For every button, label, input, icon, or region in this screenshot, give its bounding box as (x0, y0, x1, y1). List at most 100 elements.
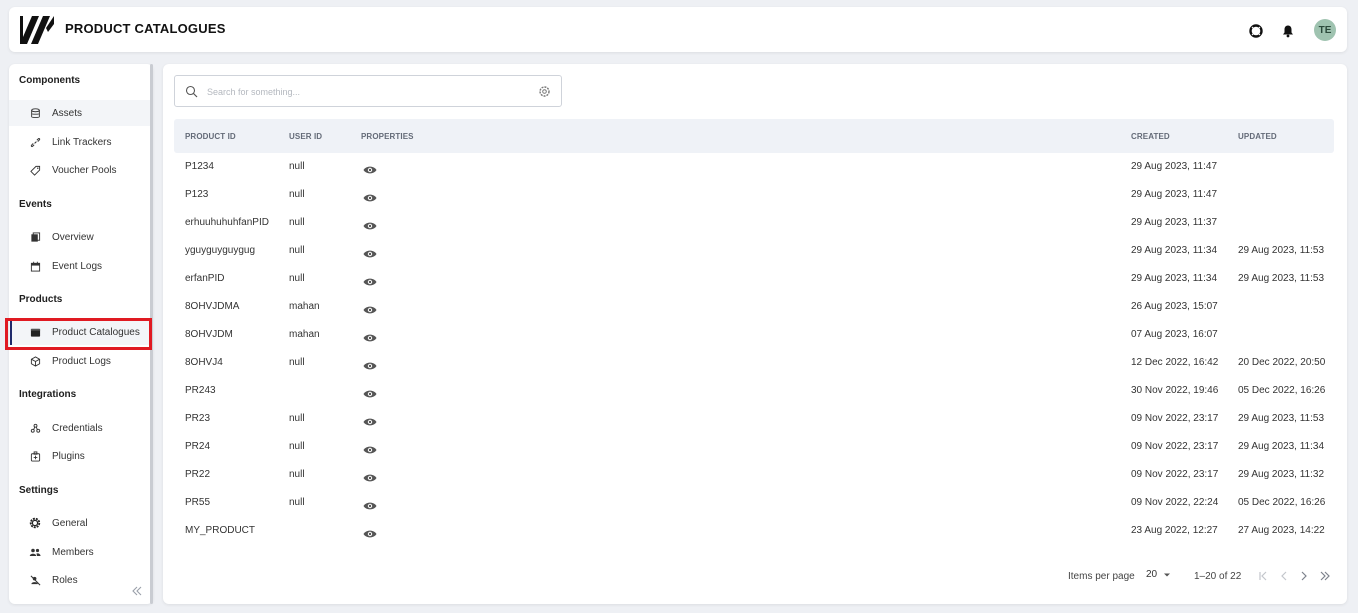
sidebar-item-label: Roles (52, 574, 78, 586)
cell-updated: 05 Dec 2022, 16:26 (1238, 385, 1326, 396)
tag-icon (29, 164, 41, 176)
view-properties-eye-icon[interactable] (363, 330, 377, 342)
table-row[interactable]: 8OHVJDM mahan 07 Aug 2023, 16:07 (174, 321, 1334, 349)
page-size-select[interactable]: 20 (1146, 569, 1172, 580)
table-row[interactable]: P1234 null 29 Aug 2023, 11:47 (174, 153, 1334, 181)
sidebar-item-members[interactable]: Members (9, 539, 150, 565)
sidebar-item-link-trackers[interactable]: Link Trackers (9, 129, 150, 155)
items-per-page-label: Items per page (1068, 571, 1135, 582)
sidebar-item-overview[interactable]: Overview (9, 224, 150, 250)
view-properties-eye-icon[interactable] (363, 414, 377, 426)
lifebuoy-icon[interactable] (1249, 24, 1263, 38)
table-row[interactable]: PR243 30 Nov 2022, 19:46 05 Dec 2022, 16:2… (174, 377, 1334, 405)
column-header-user-id[interactable]: USER ID (289, 132, 322, 141)
cell-created: 09 Nov 2022, 23:17 (1131, 413, 1219, 424)
cell-updated: 20 Dec 2022, 20:50 (1238, 357, 1326, 368)
sidebar-item-plugins[interactable]: Plugins (9, 443, 150, 469)
key-icon (29, 422, 41, 434)
overview-icon (29, 231, 41, 243)
paginator: Items per page 20 1–20 of 22 (163, 564, 1347, 588)
table-body: P1234 null 29 Aug 2023, 11:47 P123 null 29 Au… (174, 153, 1334, 553)
cell-user-id: null (289, 357, 305, 368)
cell-created: 29 Aug 2023, 11:37 (1131, 217, 1218, 228)
plugin-icon (29, 450, 41, 462)
view-properties-eye-icon[interactable] (363, 246, 377, 258)
column-header-properties[interactable]: PROPERTIES (361, 132, 414, 141)
previous-page-icon[interactable] (1277, 569, 1291, 583)
sidebar-item-label: Credentials (52, 422, 103, 434)
table-row[interactable]: 8OHVJ4 null 12 Dec 2022, 16:42 20 Dec 2022,… (174, 349, 1334, 377)
table-row[interactable]: PR23 null 09 Nov 2022, 23:17 29 Aug 2023, 1… (174, 405, 1334, 433)
sidebar-item-event-logs[interactable]: Event Logs (9, 253, 150, 279)
sidebar-item-label: Link Trackers (52, 136, 112, 148)
cell-product-id: PR55 (185, 497, 211, 508)
first-page-icon[interactable] (1256, 569, 1270, 583)
sidebar-item-label: Assets (52, 107, 83, 119)
sidebar-item-general[interactable]: General (9, 510, 150, 536)
sidebar-item-voucher-pools[interactable]: Voucher Pools (9, 157, 150, 183)
cell-updated: 27 Aug 2023, 14:22 (1238, 525, 1325, 536)
cell-user-id: null (289, 441, 305, 452)
calendar-icon (29, 260, 41, 272)
view-properties-eye-icon[interactable] (363, 498, 377, 510)
cell-user-id: mahan (289, 301, 320, 312)
bell-icon[interactable] (1281, 24, 1295, 38)
search-settings-gear-icon[interactable] (538, 85, 551, 98)
main-panel: PRODUCT ID USER ID PROPERTIES CREATED UP… (163, 64, 1347, 604)
column-header-updated[interactable]: UPDATED (1238, 132, 1277, 141)
table-row[interactable]: P123 null 29 Aug 2023, 11:47 (174, 181, 1334, 209)
table-header: PRODUCT ID USER ID PROPERTIES CREATED UP… (174, 119, 1334, 153)
table-row[interactable]: erhuuhuhuhfanPID null 29 Aug 2023, 11:37 (174, 209, 1334, 237)
view-properties-eye-icon[interactable] (363, 218, 377, 230)
search-box (174, 75, 562, 107)
view-properties-eye-icon[interactable] (363, 526, 377, 538)
view-properties-eye-icon[interactable] (363, 190, 377, 202)
table-row[interactable]: yguyguyguygug null 29 Aug 2023, 11:34 29 Au… (174, 237, 1334, 265)
cell-product-id: MY_PRODUCT (185, 525, 256, 536)
sidebar-item-credentials[interactable]: Credentials (9, 415, 150, 441)
view-properties-eye-icon[interactable] (363, 162, 377, 174)
link-icon (29, 136, 41, 148)
next-page-icon[interactable] (1297, 569, 1311, 583)
table-row[interactable]: PR22 null 09 Nov 2022, 23:17 29 Aug 2023, 1… (174, 461, 1334, 489)
sidebar-item-assets[interactable]: Assets (9, 100, 150, 126)
cell-updated: 29 Aug 2023, 11:34 (1238, 441, 1325, 452)
section-label-products: Products (19, 294, 63, 305)
cell-product-id: erhuuhuhuhfanPID (185, 217, 269, 228)
view-properties-eye-icon[interactable] (363, 442, 377, 454)
last-page-icon[interactable] (1318, 569, 1332, 583)
view-properties-eye-icon[interactable] (363, 386, 377, 398)
column-header-created[interactable]: CREATED (1131, 132, 1170, 141)
avatar[interactable]: TE (1314, 19, 1336, 41)
view-properties-eye-icon[interactable] (363, 470, 377, 482)
table-row[interactable]: PR55 null 09 Nov 2022, 22:24 05 Dec 2022, 1… (174, 489, 1334, 517)
cell-created: 07 Aug 2023, 16:07 (1131, 329, 1218, 340)
table-row[interactable]: PR24 null 09 Nov 2022, 23:17 29 Aug 2023, 1… (174, 433, 1334, 461)
cell-created: 09 Nov 2022, 23:17 (1131, 469, 1219, 480)
sidebar-item-label: Members (52, 546, 94, 558)
cell-created: 09 Nov 2022, 23:17 (1131, 441, 1219, 452)
cell-user-id: null (289, 189, 305, 200)
cell-product-id: yguyguyguygug (185, 245, 256, 256)
view-properties-eye-icon[interactable] (363, 274, 377, 286)
cell-user-id: null (289, 161, 305, 172)
cell-product-id: PR243 (185, 385, 216, 396)
section-label-integrations: Integrations (19, 389, 77, 400)
table-row[interactable]: erfanPID null 29 Aug 2023, 11:34 29 Aug 202… (174, 265, 1334, 293)
sidebar-item-roles[interactable]: Roles (9, 567, 150, 593)
logo-icon[interactable] (18, 14, 54, 46)
cell-created: 09 Nov 2022, 22:24 (1131, 497, 1219, 508)
cell-product-id: PR22 (185, 469, 211, 480)
cell-created: 29 Aug 2023, 11:47 (1131, 161, 1218, 172)
search-input[interactable] (207, 82, 527, 102)
table-row[interactable]: XXDDMAXTSH0105 Aug 2022, 11:3213 Aug 202… (174, 545, 1334, 553)
column-header-product-id[interactable]: PRODUCT ID (185, 132, 236, 141)
sidebar-item-product-logs[interactable]: Product Logs (9, 348, 150, 374)
view-properties-eye-icon[interactable] (363, 302, 377, 314)
collapse-sidebar-icon[interactable] (130, 584, 144, 598)
view-properties-eye-icon[interactable] (363, 358, 377, 370)
cell-created: 29 Aug 2023, 11:47 (1131, 189, 1218, 200)
cell-created: 30 Nov 2022, 19:46 (1131, 385, 1219, 396)
table-row[interactable]: MY_PRODUCT 23 Aug 2022, 12:27 27 Aug 2023,… (174, 517, 1334, 545)
table-row[interactable]: 8OHVJDMA mahan 26 Aug 2023, 15:07 (174, 293, 1334, 321)
